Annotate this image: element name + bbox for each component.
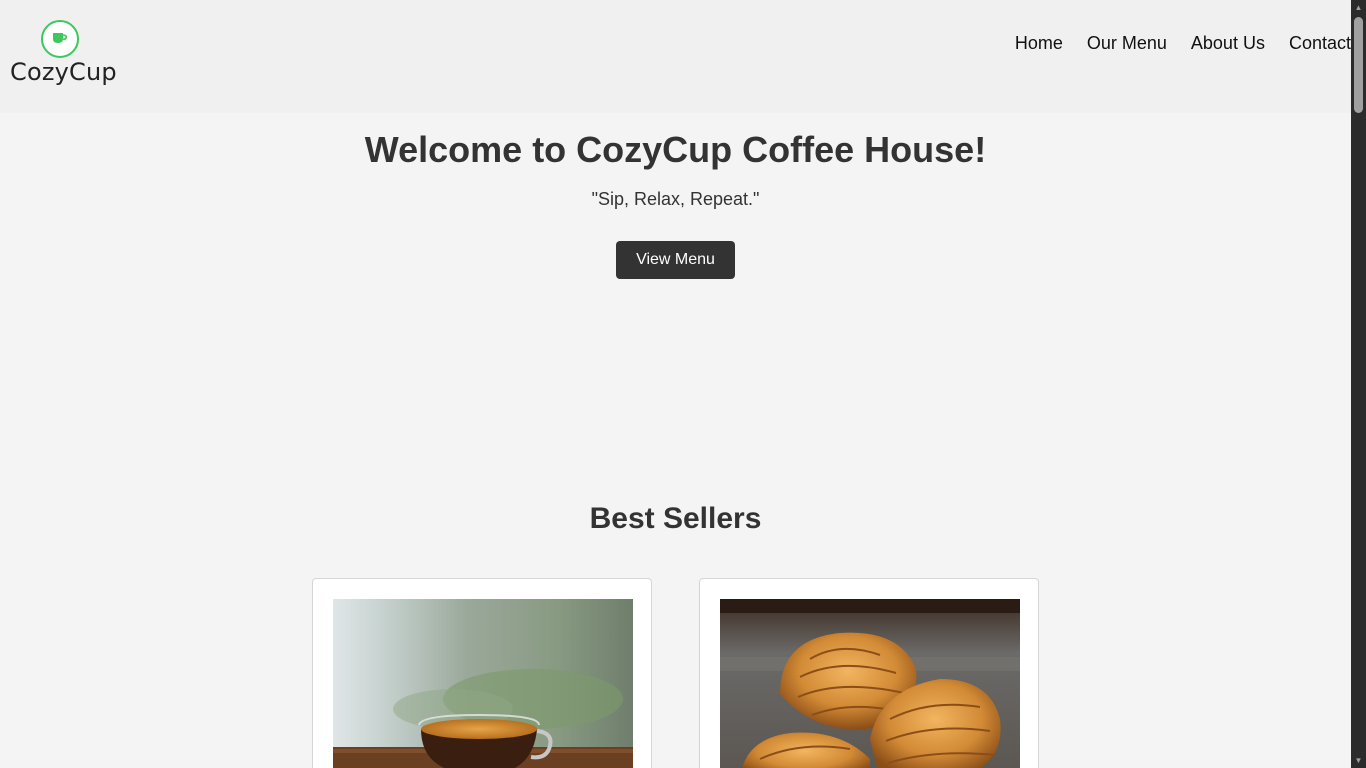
product-card[interactable] [312,578,652,768]
croissants-photo [720,599,1020,768]
best-sellers-title: Best Sellers [589,502,762,535]
scroll-thumb[interactable] [1354,17,1363,113]
hero-tagline: "Sip, Relax, Repeat." [591,189,760,209]
vertical-scrollbar[interactable]: ▲ ▼ [1351,0,1366,768]
espresso-cup-photo [333,599,633,768]
hero-title: Welcome to CozyCup Coffee House! [364,129,987,170]
view-menu-button[interactable]: View Menu [616,241,735,279]
logo-text: CozyCup [10,58,117,86]
site-header: CozyCup Home Our Menu About Us Contact [0,0,1351,113]
nav-menu-link[interactable]: Our Menu [1087,33,1167,54]
nav-contact-link[interactable]: Contact [1289,33,1351,54]
scroll-down-arrow-icon[interactable]: ▼ [1351,753,1366,768]
product-card[interactable] [699,578,1039,768]
nav-about-link[interactable]: About Us [1191,33,1265,54]
nav-home-link[interactable]: Home [1015,33,1063,54]
scroll-up-arrow-icon[interactable]: ▲ [1351,0,1366,15]
logo[interactable]: CozyCup [10,20,117,90]
main-nav: Home Our Menu About Us Contact [1015,33,1351,54]
coffee-cup-icon [41,20,79,58]
page: CozyCup Home Our Menu About Us Contact W… [0,0,1351,768]
